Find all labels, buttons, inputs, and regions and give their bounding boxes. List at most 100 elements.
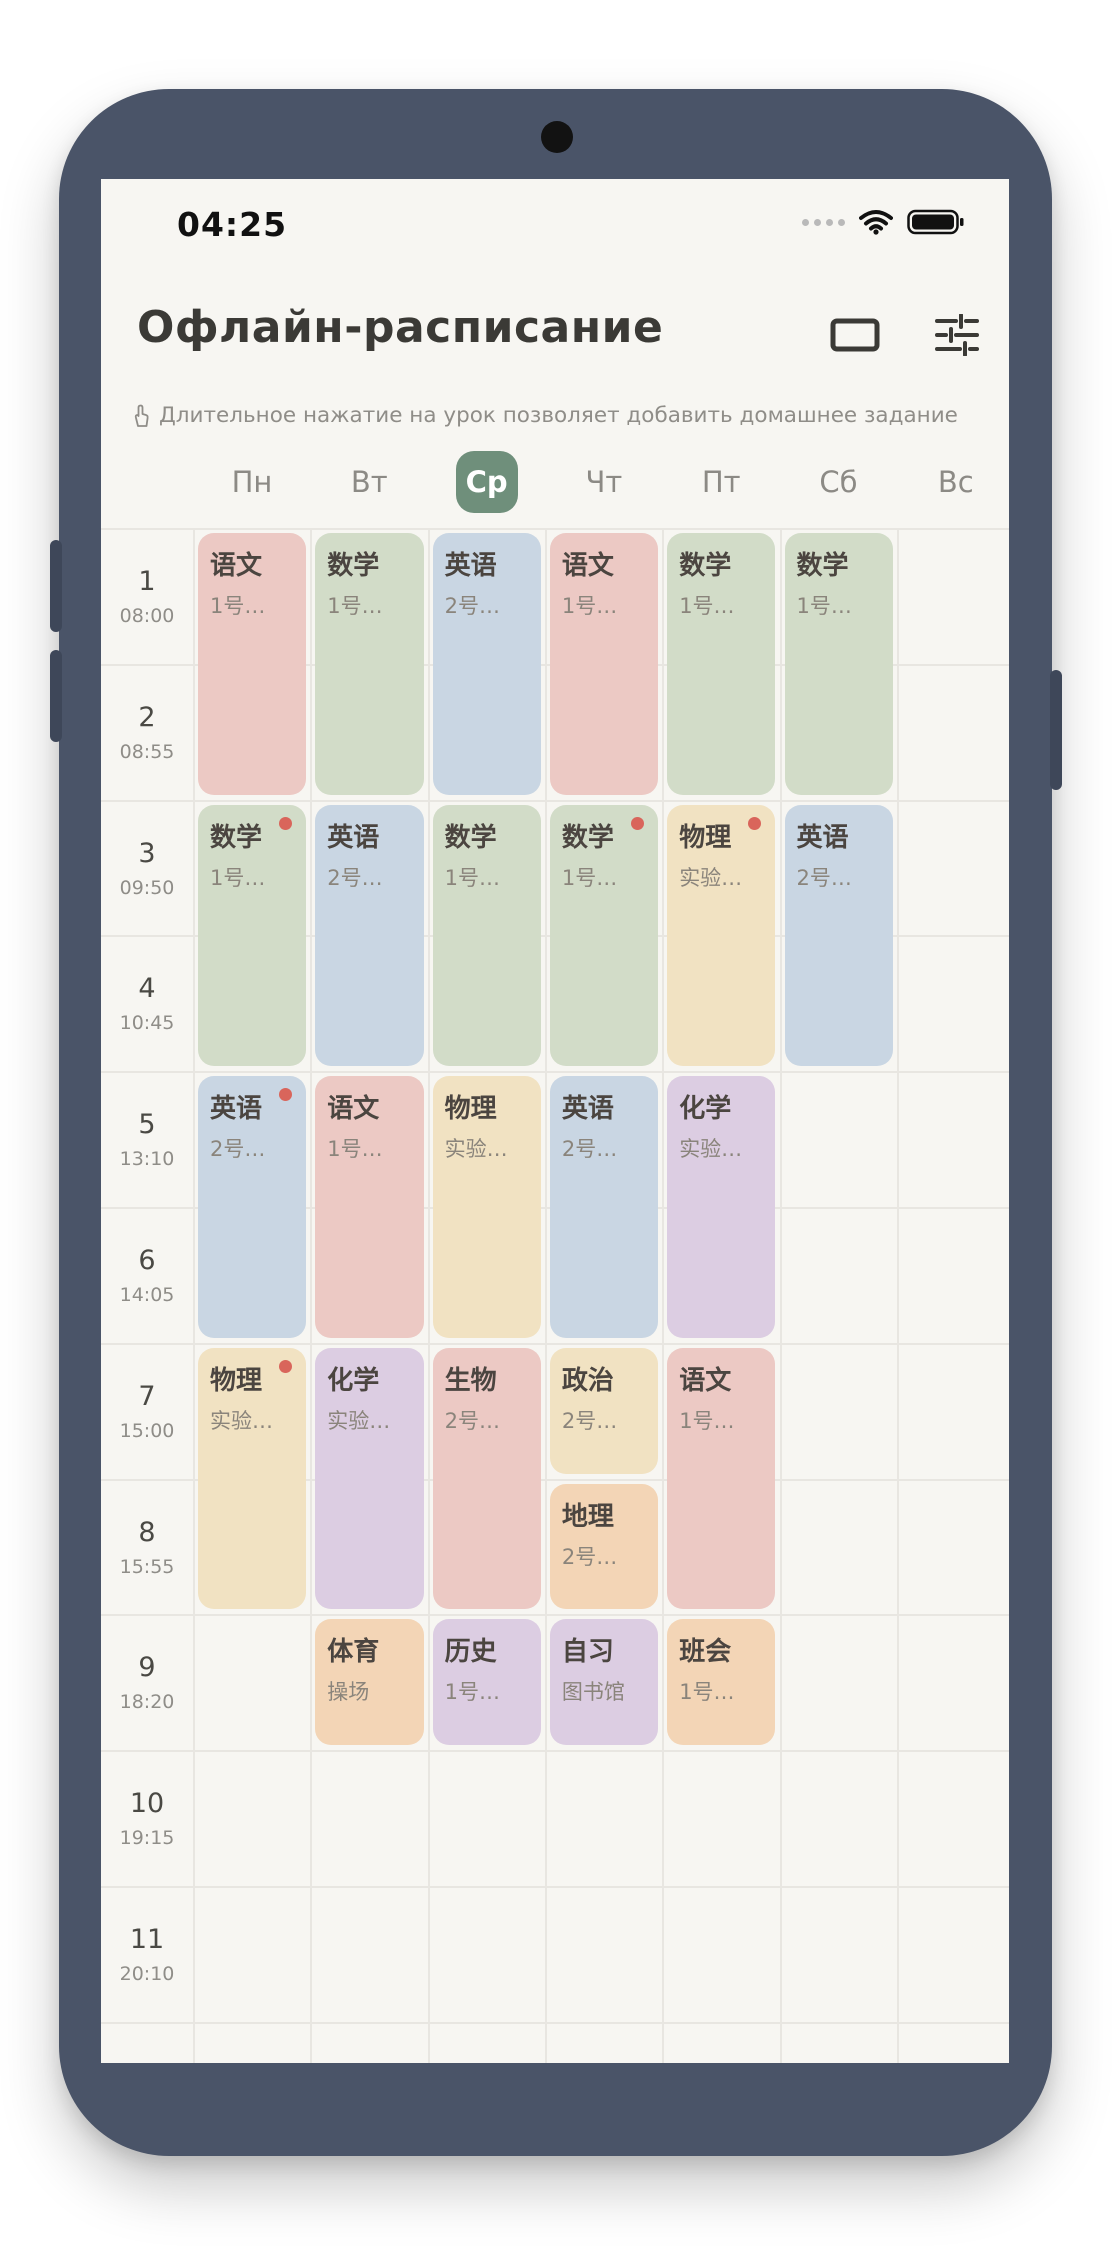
period-label: 2 08:55 xyxy=(101,702,193,763)
grid-row-line xyxy=(101,1750,1009,1753)
lesson-card[interactable]: 数学 1号… xyxy=(432,804,541,1067)
lesson-subject: 生物 xyxy=(444,1365,497,1396)
lesson-subject: 数学 xyxy=(796,551,849,581)
grid-col-line xyxy=(427,528,430,2063)
lesson-card[interactable]: 物理 实验… xyxy=(432,1076,541,1338)
lesson-card[interactable]: 物理 实验… xyxy=(667,804,776,1067)
lesson-card[interactable]: 物理 实验… xyxy=(198,1347,307,1610)
period-number: 8 xyxy=(138,1516,156,1548)
grid-row-line xyxy=(101,1886,1009,1888)
lesson-room: 2号… xyxy=(327,865,383,890)
grid-col-line xyxy=(896,528,899,2063)
period-time: 14:05 xyxy=(119,1284,175,1306)
lesson-subject: 数学 xyxy=(444,822,497,853)
lesson-room: 1号… xyxy=(444,1680,500,1705)
lesson-room: 1号… xyxy=(561,865,618,890)
lesson-card[interactable]: 英语 2号… xyxy=(198,1076,307,1338)
lesson-room: 1号… xyxy=(561,594,618,618)
lesson-card[interactable]: 地理 2号… xyxy=(549,1483,659,1610)
lesson-subject: 语文 xyxy=(679,1365,732,1396)
volume-down-button xyxy=(50,650,62,742)
day-label: Ср xyxy=(455,451,518,513)
day-tab-3[interactable]: Чт xyxy=(546,447,662,517)
grid-row-line xyxy=(101,1342,1009,1345)
volume-up-button xyxy=(50,540,62,632)
lesson-room: 2号… xyxy=(561,1544,618,1569)
lesson-card[interactable]: 数学 1号… xyxy=(549,804,659,1067)
lesson-room: 实验… xyxy=(327,1408,391,1433)
period-number: 10 xyxy=(129,1788,165,1820)
day-label: Чт xyxy=(585,465,623,499)
lesson-card[interactable]: 历史 1号… xyxy=(432,1619,541,1746)
lesson-card[interactable]: 英语 2号… xyxy=(549,1076,659,1338)
day-tab-2[interactable]: Ср xyxy=(429,447,545,517)
long-press-hint: Длительное нажатие на урок позволяет доб… xyxy=(131,403,1001,428)
period-time: 15:55 xyxy=(119,1555,175,1578)
lesson-room: 1号… xyxy=(210,594,266,618)
lesson-card[interactable]: 化学 实验… xyxy=(667,1076,776,1338)
homework-indicator-dot xyxy=(631,816,645,830)
rectangle-icon xyxy=(830,318,880,352)
period-label: 3 09:50 xyxy=(101,838,193,899)
grid-row-line xyxy=(101,799,1009,802)
lesson-card[interactable]: 英语 2号… xyxy=(784,804,893,1067)
lesson-room: 2号… xyxy=(561,1137,618,1162)
lesson-subject: 政治 xyxy=(561,1365,614,1396)
settings-button[interactable] xyxy=(927,305,987,365)
lesson-card[interactable]: 自习 图书馆 xyxy=(549,1619,659,1746)
day-tab-1[interactable]: Вт xyxy=(311,447,427,517)
day-tab-6[interactable]: Вс xyxy=(898,447,1009,517)
lesson-card[interactable]: 政治 2号… xyxy=(549,1347,659,1474)
lesson-subject: 英语 xyxy=(796,822,849,853)
period-number: 3 xyxy=(138,837,156,869)
lesson-card[interactable]: 英语 2号… xyxy=(315,804,424,1067)
lesson-card[interactable]: 语文 1号… xyxy=(198,533,307,795)
day-tab-0[interactable]: Пн xyxy=(194,447,310,517)
lesson-subject: 自习 xyxy=(561,1637,614,1668)
front-camera xyxy=(541,121,573,153)
lesson-subject: 语文 xyxy=(561,551,614,581)
period-time: 19:15 xyxy=(119,1827,175,1850)
signal-icon xyxy=(802,218,845,226)
app-screen: 04:25 Офлайн-расписание Длительное нажат… xyxy=(101,179,1009,2063)
lesson-subject: 化学 xyxy=(327,1365,380,1396)
day-label: Пт xyxy=(701,465,741,499)
lesson-card[interactable]: 班会 1号… xyxy=(667,1619,776,1746)
lesson-room: 1号… xyxy=(679,1680,735,1705)
day-label: Вт xyxy=(350,465,388,499)
lesson-card[interactable]: 数学 1号… xyxy=(198,804,307,1067)
period-label: 9 18:20 xyxy=(101,1652,193,1713)
lesson-room: 1号… xyxy=(210,865,266,890)
lesson-card[interactable]: 语文 1号… xyxy=(667,1347,776,1610)
lesson-card[interactable]: 语文 1号… xyxy=(315,1076,424,1338)
lesson-card[interactable]: 英语 2号… xyxy=(432,533,541,795)
period-label: 10 19:15 xyxy=(101,1788,193,1849)
grid-row-line xyxy=(101,528,1009,530)
day-tab-5[interactable]: Сб xyxy=(781,447,897,517)
lesson-card[interactable]: 生物 2号… xyxy=(432,1347,541,1610)
lesson-card[interactable]: 数学 1号… xyxy=(667,533,776,795)
lesson-subject: 地理 xyxy=(561,1501,614,1532)
day-label: Сб xyxy=(819,465,858,499)
lesson-card[interactable]: 语文 1号… xyxy=(549,533,659,795)
day-label: Пн xyxy=(231,465,273,499)
lesson-subject: 英语 xyxy=(327,822,380,853)
period-number: 6 xyxy=(138,1245,156,1276)
day-tab-4[interactable]: Пт xyxy=(663,447,779,517)
lesson-card[interactable]: 化学实验… xyxy=(315,1347,424,1610)
lesson-room: 实验… xyxy=(210,1408,273,1433)
period-time: 08:00 xyxy=(119,605,175,627)
period-time: 08:55 xyxy=(119,740,175,763)
period-number: 1 xyxy=(138,566,156,597)
period-number: 12 xyxy=(101,2060,193,2063)
lesson-room: 1号… xyxy=(679,594,735,618)
period-number: 5 xyxy=(138,1109,156,1141)
lesson-subject: 语文 xyxy=(210,551,263,581)
lesson-card[interactable]: 数学 1号… xyxy=(784,533,893,795)
lesson-card[interactable]: 体育 操场 xyxy=(315,1619,424,1746)
lesson-card[interactable]: 数学 1号… xyxy=(315,533,424,795)
lesson-subject: 班会 xyxy=(679,1637,732,1668)
view-toggle-button[interactable] xyxy=(825,305,885,365)
lesson-room: 实验… xyxy=(679,1137,743,1162)
lesson-room: 1号… xyxy=(444,865,500,890)
